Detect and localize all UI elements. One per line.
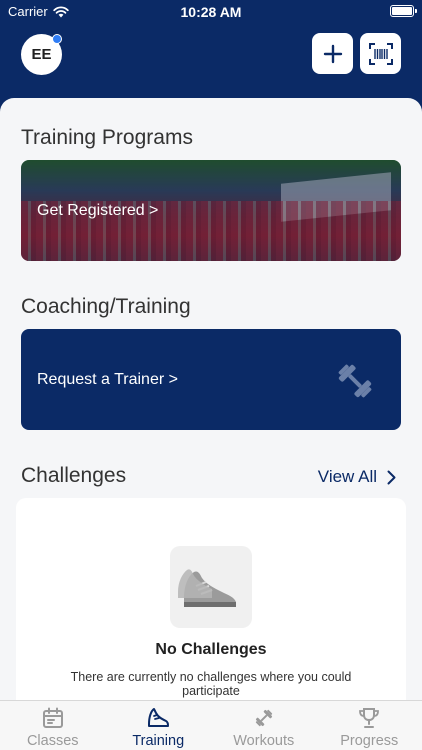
- avatar[interactable]: EE: [21, 34, 62, 75]
- coaching-title: Coaching/Training: [21, 295, 191, 318]
- barcode-scan-icon: [368, 42, 393, 65]
- get-registered-label: Get Registered >: [37, 201, 159, 219]
- tab-progress-label: Progress: [340, 733, 399, 749]
- request-trainer-card[interactable]: Request a Trainer >: [21, 329, 401, 430]
- status-time: 10:28 AM: [180, 4, 242, 20]
- notification-dot: [52, 34, 62, 44]
- running-shoe-icon: [170, 546, 252, 628]
- trophy-icon: [359, 708, 380, 728]
- tab-workouts[interactable]: Workouts: [211, 701, 317, 750]
- empty-state-description: There are currently no challenges where …: [70, 670, 352, 699]
- tab-classes-label: Classes: [26, 733, 79, 749]
- view-all-label: View All: [317, 467, 377, 486]
- add-button[interactable]: [312, 33, 353, 74]
- tab-training[interactable]: Training: [106, 701, 212, 750]
- plus-icon: [323, 44, 342, 63]
- tab-training-label: Training: [132, 733, 185, 749]
- tab-progress[interactable]: Progress: [317, 701, 422, 750]
- dumbbell-icon: [255, 709, 272, 727]
- request-trainer-label: Request a Trainer >: [37, 370, 178, 388]
- status-bar: Carrier 10:28 AM: [0, 0, 422, 24]
- tab-workouts-label: Workouts: [233, 733, 295, 749]
- get-registered-card[interactable]: Get Registered >: [21, 160, 401, 261]
- main-content[interactable]: Training Programs Get Registered > Coach…: [0, 98, 422, 750]
- empty-state-title: No Challenges: [155, 641, 267, 658]
- avatar-initials: EE: [31, 46, 52, 63]
- dumbbell-icon: [338, 364, 372, 398]
- running-shoe-icon: [148, 708, 170, 727]
- tab-classes[interactable]: Classes: [0, 701, 106, 750]
- battery-icon: [390, 5, 417, 17]
- challenges-title: Challenges: [21, 464, 127, 487]
- training-programs-title: Training Programs: [21, 126, 193, 149]
- scan-button[interactable]: [360, 33, 401, 74]
- calendar-icon: [42, 707, 63, 728]
- chevron-right-icon: [387, 470, 396, 484]
- view-all-link[interactable]: View All: [318, 467, 396, 487]
- tab-bar: Classes Training Workouts Progress: [0, 700, 422, 750]
